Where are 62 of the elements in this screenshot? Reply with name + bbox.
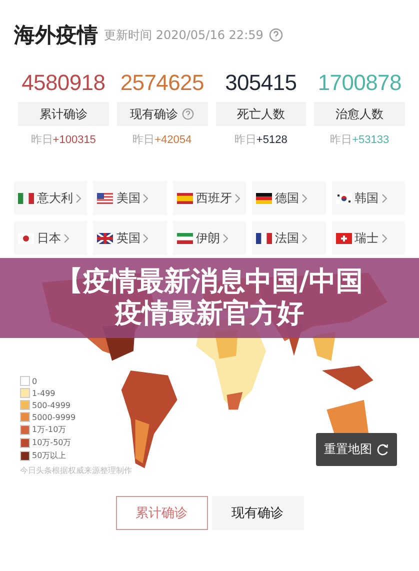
country-chip[interactable]: 瑞士 — [332, 221, 405, 255]
country-chip[interactable]: 法国 — [252, 221, 326, 255]
chevron-icon — [382, 194, 387, 202]
legend-label: 50万以上 — [32, 450, 66, 461]
chevron-icon — [302, 194, 308, 202]
stat-label-text: 现有确诊 — [130, 106, 178, 122]
country-chip[interactable]: 英国 — [93, 221, 167, 255]
source-note: 今日头条根据权威来源整理制作 — [20, 465, 132, 476]
flag-icon — [336, 232, 352, 244]
chevron-icon — [234, 194, 240, 202]
yesterday-label: 昨日 — [30, 134, 53, 146]
flag-icon — [18, 232, 34, 244]
chevron-icon — [76, 194, 81, 202]
country-chip[interactable]: 西班牙 — [172, 181, 246, 215]
yesterday-label: 昨日 — [330, 134, 352, 146]
legend-label: 5000-9999 — [32, 412, 76, 422]
legend-label: 1-499 — [32, 388, 56, 398]
flag-icon — [176, 192, 193, 204]
yesterday-label: 昨日 — [132, 134, 155, 146]
article-title: 【疫情最新消息中国/中国疫情最新官方好 — [55, 266, 364, 330]
stat-label-text: 治愈人数 — [336, 106, 384, 122]
flag-icon — [97, 232, 114, 244]
chevron-icon — [302, 234, 308, 242]
refresh-icon — [376, 443, 389, 456]
stat-label-text: 累计确诊 — [39, 106, 88, 122]
stat-number: 305415 — [225, 70, 297, 96]
yesterday-change: +53133 — [352, 134, 390, 146]
country-chip[interactable]: 德国 — [252, 181, 326, 215]
flag-icon — [18, 192, 34, 204]
country-chip[interactable]: 韩国 — [332, 181, 405, 215]
view-tab[interactable]: 现有确诊 — [212, 496, 304, 530]
chevron-icon — [382, 234, 387, 242]
country-chip[interactable]: 日本 — [14, 221, 88, 255]
yesterday-change: +42054 — [154, 134, 192, 146]
stat-number: 1700878 — [318, 70, 402, 96]
yesterday-label: 昨日 — [234, 134, 256, 146]
chevron-icon — [143, 194, 148, 202]
country-chip[interactable]: 美国 — [93, 181, 167, 215]
stat-number: 2574625 — [120, 70, 204, 96]
reset-map-button[interactable]: 重置地图 — [316, 433, 397, 466]
legend-label: 1万-10万 — [32, 424, 66, 435]
help-icon[interactable] — [269, 28, 284, 42]
flag-icon — [336, 192, 352, 204]
yesterday-change: +100315 — [52, 134, 96, 146]
stat-label-text: 死亡人数 — [236, 106, 285, 122]
page-title: 海外疫情 — [14, 22, 98, 49]
legend-label: 0 — [32, 376, 38, 386]
chevron-icon — [222, 234, 228, 242]
flag-icon — [256, 232, 272, 244]
country-chip[interactable]: 意大利 — [14, 181, 88, 215]
country-chip[interactable]: 伊朗 — [172, 221, 246, 255]
yesterday-change: +5128 — [256, 134, 288, 146]
legend-label: 500-4999 — [32, 400, 71, 410]
update-time: 更新时间 2020/05/16 22:59 — [104, 26, 264, 44]
flag-icon — [97, 192, 114, 204]
chevron-icon — [143, 234, 148, 242]
chevron-icon — [64, 234, 69, 242]
stat-number: 4580918 — [22, 70, 106, 96]
flag-icon — [256, 192, 272, 204]
flag-icon — [176, 232, 193, 244]
legend-label: 10万-50万 — [32, 437, 72, 448]
help-icon[interactable] — [182, 108, 194, 120]
